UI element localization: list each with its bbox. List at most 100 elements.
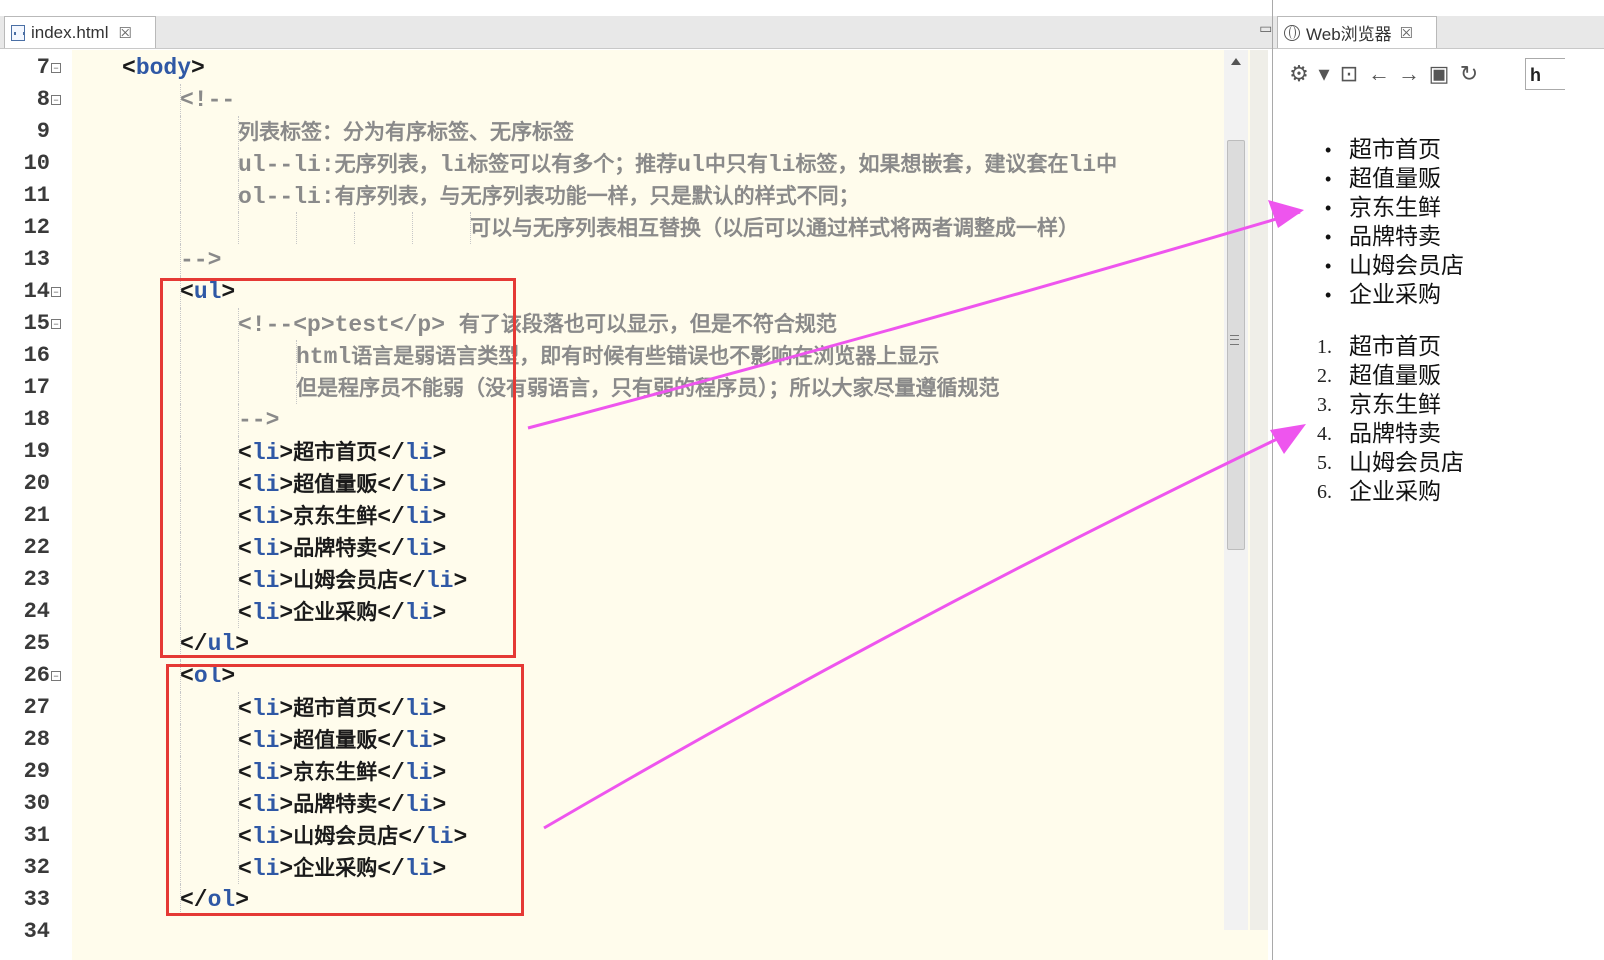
list-number: 2. xyxy=(1317,365,1332,387)
line-number: 30 xyxy=(23,791,50,816)
list-number: 4. xyxy=(1317,423,1332,445)
ordered-list-item: 京东生鲜 xyxy=(1349,392,1441,418)
code-line: --> xyxy=(180,244,221,276)
indent-guide xyxy=(412,212,413,244)
web-browser-panel: Web浏览器 ☒ ⚙ ▾ ⊡ ← → ▣ ↻ h • 超市首页 • 超值量贩 • 京东生鲜 • 品牌特卖 •… xyxy=(1272,0,1604,960)
browser-tab[interactable]: Web浏览器 ☒ xyxy=(1277,16,1437,48)
unordered-list-item: 品牌特卖 xyxy=(1349,224,1441,250)
browser-tab-label: Web浏览器 xyxy=(1306,25,1392,44)
code-token: < xyxy=(122,55,136,81)
url-input[interactable]: h xyxy=(1525,58,1565,90)
indent-guide xyxy=(296,212,297,244)
overview-ruler xyxy=(1250,50,1268,930)
unordered-list-item: 超市首页 xyxy=(1349,137,1441,163)
comment-token: 中 xyxy=(1096,152,1118,176)
settings-gear-icon[interactable]: ⚙ xyxy=(1287,61,1311,87)
list-number: 3. xyxy=(1317,394,1332,416)
globe-icon xyxy=(1284,24,1300,41)
dropdown-caret-icon[interactable]: ▾ xyxy=(1317,61,1331,87)
line-number: 29 xyxy=(23,759,50,784)
fold-toggle-icon[interactable]: − xyxy=(51,319,61,329)
fold-toggle-icon[interactable]: − xyxy=(51,63,61,73)
fold-toggle-icon[interactable]: − xyxy=(51,671,61,681)
list-number: 5. xyxy=(1317,452,1332,474)
browser-page-content: • 超市首页 • 超值量贩 • 京东生鲜 • 品牌特卖 • 山姆会员店 • 企业采购 1. 超市首页 2.… xyxy=(1273,116,1604,936)
tag-name-token: body xyxy=(135,55,192,81)
line-number: 13 xyxy=(23,247,50,272)
line-number: 9 xyxy=(36,119,50,144)
editor-vertical-scrollbar[interactable] xyxy=(1224,50,1248,930)
html-file-icon xyxy=(11,24,25,41)
ordered-list-item: 品牌特卖 xyxy=(1349,421,1441,447)
list-bullet: • xyxy=(1325,140,1332,160)
comment-token: --> xyxy=(180,247,222,273)
list-bullet: • xyxy=(1325,198,1332,218)
editor-tab-close-icon[interactable]: ☒ xyxy=(118,24,131,42)
minimize-icon[interactable]: ▭ xyxy=(1259,20,1272,37)
line-number: 24 xyxy=(23,599,50,624)
line-number: 11 xyxy=(23,183,50,208)
comment-token: li xyxy=(767,152,796,178)
scrollbar-grip-icon xyxy=(1230,335,1239,345)
editor-tab-bar: index.html ☒ ▭ ◻ xyxy=(0,16,1318,49)
list-bullet: • xyxy=(1325,169,1332,189)
list-number: 6. xyxy=(1317,481,1332,503)
indent-guide xyxy=(238,180,239,212)
fold-toggle-icon[interactable]: − xyxy=(51,95,61,105)
line-number: 34 xyxy=(23,919,50,944)
comment-token: <!-- xyxy=(180,87,236,113)
code-line: <body> xyxy=(122,52,205,84)
comment-token: 标签可以有多个；推荐 xyxy=(467,152,678,176)
line-number: 16 xyxy=(23,343,50,368)
list-bullet: • xyxy=(1325,256,1332,276)
unordered-list-item: 超值量贩 xyxy=(1349,166,1441,192)
scrollbar-thumb[interactable] xyxy=(1227,140,1245,550)
comment-token: 无序列表， xyxy=(334,152,440,176)
editor-tab-index-html[interactable]: index.html ☒ xyxy=(4,16,156,48)
back-arrow-icon[interactable]: ← xyxy=(1367,61,1391,87)
console-icon[interactable]: ⊡ xyxy=(1337,61,1361,87)
line-number: 19 xyxy=(23,439,50,464)
stop-icon[interactable]: ▣ xyxy=(1427,61,1451,87)
line-number: 32 xyxy=(23,855,50,880)
line-number: 25 xyxy=(23,631,50,656)
line-number: 7 xyxy=(36,55,50,80)
line-number: 18 xyxy=(23,407,50,432)
fold-toggle-icon[interactable]: − xyxy=(51,287,61,297)
ordered-list-item: 超值量贩 xyxy=(1349,363,1441,389)
line-number: 23 xyxy=(23,567,50,592)
indent-guide xyxy=(180,180,181,212)
code-line: <!-- xyxy=(180,84,235,116)
line-number: 8 xyxy=(36,87,50,112)
forward-arrow-icon[interactable]: → xyxy=(1397,61,1421,87)
line-number: 27 xyxy=(23,695,50,720)
list-number: 1. xyxy=(1317,336,1332,358)
browser-tab-close-icon[interactable]: ☒ xyxy=(1400,24,1413,42)
browser-tab-bar: Web浏览器 ☒ xyxy=(1273,16,1604,49)
list-bullet: • xyxy=(1325,285,1332,305)
comment-token: 可以与无序列表相互替换（以后可以通过样式将两者调整成一样） xyxy=(470,216,1079,240)
scroll-up-arrow-icon[interactable] xyxy=(1231,58,1241,65)
indent-guide xyxy=(238,116,239,148)
indent-guide xyxy=(354,212,355,244)
code-line: 列表标签：分为有序标签、无序标签 xyxy=(238,116,574,148)
comment-token: 列表标签：分为有序标签、无序标签 xyxy=(238,120,574,144)
comment-token: li xyxy=(439,152,468,178)
indent-guide xyxy=(238,212,239,244)
indent-guide xyxy=(180,148,181,180)
indent-guide xyxy=(180,84,181,116)
refresh-icon[interactable]: ↻ xyxy=(1457,61,1481,87)
code-editor-panel: index.html ☒ ▭ ◻ 7−8−91011121314−15−1617… xyxy=(0,0,1318,960)
line-number: 22 xyxy=(23,535,50,560)
line-number: 17 xyxy=(23,375,50,400)
unordered-list-item: 京东生鲜 xyxy=(1349,195,1441,221)
code-line: ul--li:无序列表，li标签可以有多个；推荐ul中只有li标签，如果想嵌套，… xyxy=(238,148,1117,180)
line-number-gutter: 7−8−9 10 11 12 13 14−15−16 17 18 19 20 21 22 23 24 25 2… xyxy=(0,50,72,960)
ul-highlight-box xyxy=(160,278,516,658)
line-number: 28 xyxy=(23,727,50,752)
indent-guide xyxy=(180,116,181,148)
comment-token: 标签，如果想嵌套，建议套在 xyxy=(795,152,1069,176)
code-line: ol--li:有序列表，与无序列表功能一样，只是默认的样式不同； xyxy=(238,180,860,212)
line-number: 14 xyxy=(23,279,50,304)
comment-token: li xyxy=(1068,152,1097,178)
